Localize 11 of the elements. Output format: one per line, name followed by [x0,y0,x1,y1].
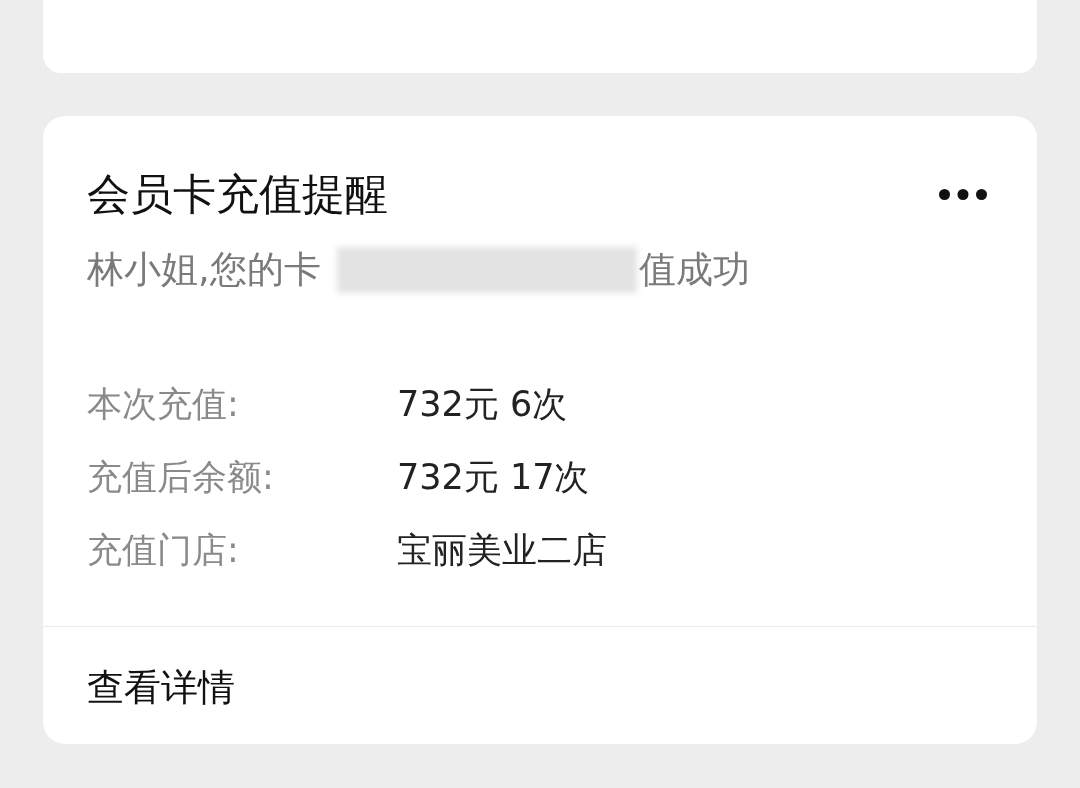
detail-label: 充值后余额: [87,456,275,499]
view-details-link[interactable]: 查看详情 [87,664,235,712]
detail-value: 宝丽美业二店 [397,529,607,572]
message-text: 林小姐,您的卡 [87,247,321,293]
more-icon[interactable] [939,188,987,200]
detail-value: 732元 6次 [397,383,568,426]
detail-value: 732元 17次 [397,456,590,499]
detail-label: 本次充值: [87,383,240,426]
card-title: 会员卡充值提醒 [87,168,388,221]
detail-label: 充值门店: [87,529,240,572]
message-text: 值成功 [638,247,750,293]
